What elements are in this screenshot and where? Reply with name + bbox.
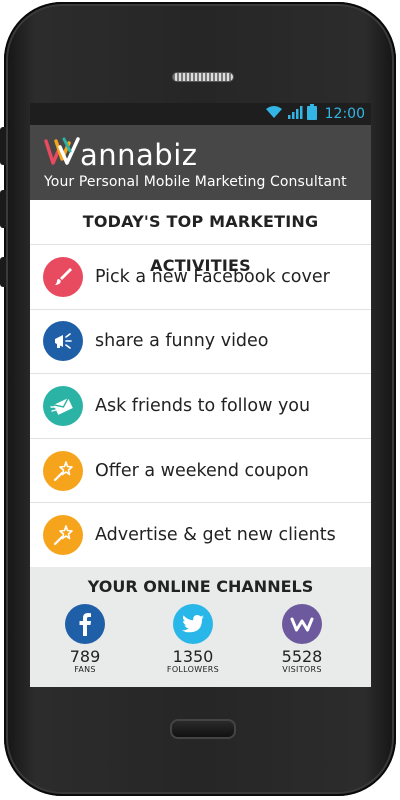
app-name: annabiz <box>80 138 198 172</box>
activity-label: Offer a weekend coupon <box>95 460 309 481</box>
activity-item[interactable]: Ask friends to follow you <box>30 373 371 438</box>
channel-unit: VISITORS <box>282 665 322 674</box>
home-button[interactable] <box>170 719 236 739</box>
channel-facebook[interactable]: 789 FANS <box>40 604 130 674</box>
status-time: 12:00 <box>324 106 365 122</box>
channel-unit: FANS <box>74 665 96 674</box>
signal-icon <box>287 105 303 124</box>
channel-count: 5528 <box>281 647 323 666</box>
logo-w-icon <box>44 137 80 170</box>
activity-item[interactable]: Advertise & get new clients <box>30 502 371 567</box>
app-logo[interactable]: annabiz <box>44 137 371 170</box>
activity-item[interactable]: share a funny video <box>30 308 371 374</box>
envelope-icon <box>43 385 83 426</box>
channel-count: 1350 <box>172 647 214 666</box>
channel-wannabiz[interactable]: 5528 VISITORS <box>257 604 347 674</box>
channels-title: YOUR ONLINE CHANNELS <box>87 577 314 596</box>
activities-title: TODAY'S TOP MARKETING ACTIVITIES <box>82 212 319 275</box>
app-screen: 12:00 annabiz Your Personal Mobile Marke… <box>30 103 371 687</box>
paintbrush-icon <box>43 256 83 297</box>
app-tagline: Your Personal Mobile Marketing Consultan… <box>44 174 347 190</box>
activity-label: share a funny video <box>95 331 269 352</box>
activity-label: Pick a new Facebook cover <box>95 266 330 287</box>
activities-list: Pick a new Facebook cover share a funny … <box>30 244 371 567</box>
channels-panel: YOUR ONLINE CHANNELS 789 FANS 1350 FOLLO… <box>30 567 371 687</box>
twitter-icon <box>173 604 213 644</box>
wannabiz-icon <box>282 604 322 644</box>
magic-wand-icon <box>43 515 83 556</box>
power-button[interactable] <box>0 257 6 287</box>
channel-twitter[interactable]: 1350 FOLLOWERS <box>148 604 238 674</box>
megaphone-icon <box>43 321 83 362</box>
wifi-icon <box>265 105 283 124</box>
status-bar: 12:00 <box>30 103 371 125</box>
activity-label: Advertise & get new clients <box>95 525 336 546</box>
channel-unit: FOLLOWERS <box>166 665 220 674</box>
channel-count: 789 <box>69 647 101 666</box>
activity-item[interactable]: Offer a weekend coupon <box>30 437 371 503</box>
channels-row: 789 FANS 1350 FOLLOWERS 5528 VISITORS <box>30 596 371 686</box>
facebook-icon <box>65 604 105 644</box>
volume-down-button[interactable] <box>0 190 6 228</box>
activity-label: Ask friends to follow you <box>95 395 311 416</box>
magic-wand-icon <box>43 450 83 491</box>
earpiece-speaker <box>172 72 234 82</box>
volume-up-button[interactable] <box>0 127 6 165</box>
app-header: annabiz Your Personal Mobile Marketing C… <box>30 125 371 200</box>
battery-icon <box>306 103 317 125</box>
